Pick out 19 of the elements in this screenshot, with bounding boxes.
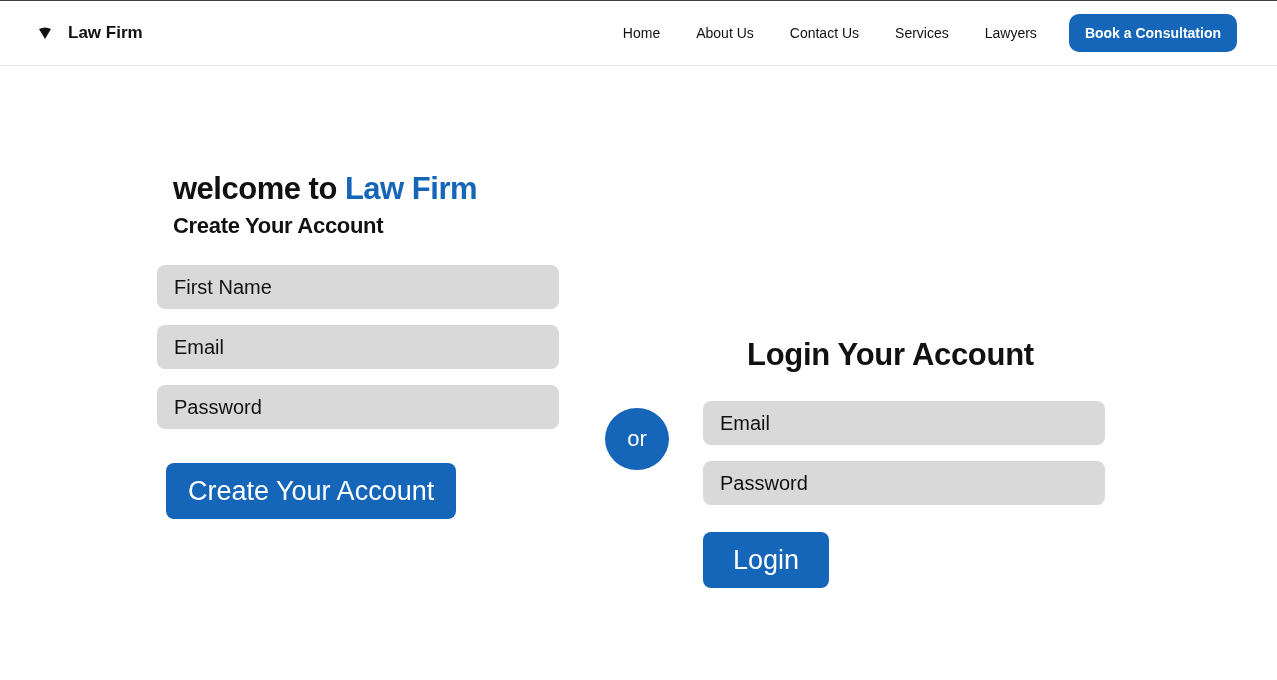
create-account-button[interactable]: Create Your Account (166, 463, 457, 519)
welcome-heading: welcome to Law Firm (173, 171, 479, 207)
nav-link[interactable]: Contact Us (789, 25, 860, 41)
login-button[interactable]: Login (703, 532, 830, 588)
book-consultation-button[interactable]: Book a Consultation (1068, 14, 1237, 52)
input-field[interactable]: Password (157, 385, 559, 429)
nav-link[interactable]: Home (622, 25, 661, 41)
login-title: Login Your Account (747, 337, 1035, 373)
logo-icon (38, 27, 52, 39)
input-field[interactable]: Email (703, 401, 1105, 445)
brand-name: Law Firm (68, 23, 143, 43)
nav-link[interactable]: Services (895, 25, 949, 41)
signup-title: Create Your Account (173, 213, 385, 239)
nav-link[interactable]: Lawyers (984, 25, 1037, 41)
or-badge: or (605, 408, 669, 470)
nav-link[interactable]: About Us (696, 25, 754, 41)
input-field[interactable]: Password (703, 461, 1105, 505)
input-field[interactable]: First Name (157, 265, 559, 309)
input-field[interactable]: Email (157, 325, 559, 369)
